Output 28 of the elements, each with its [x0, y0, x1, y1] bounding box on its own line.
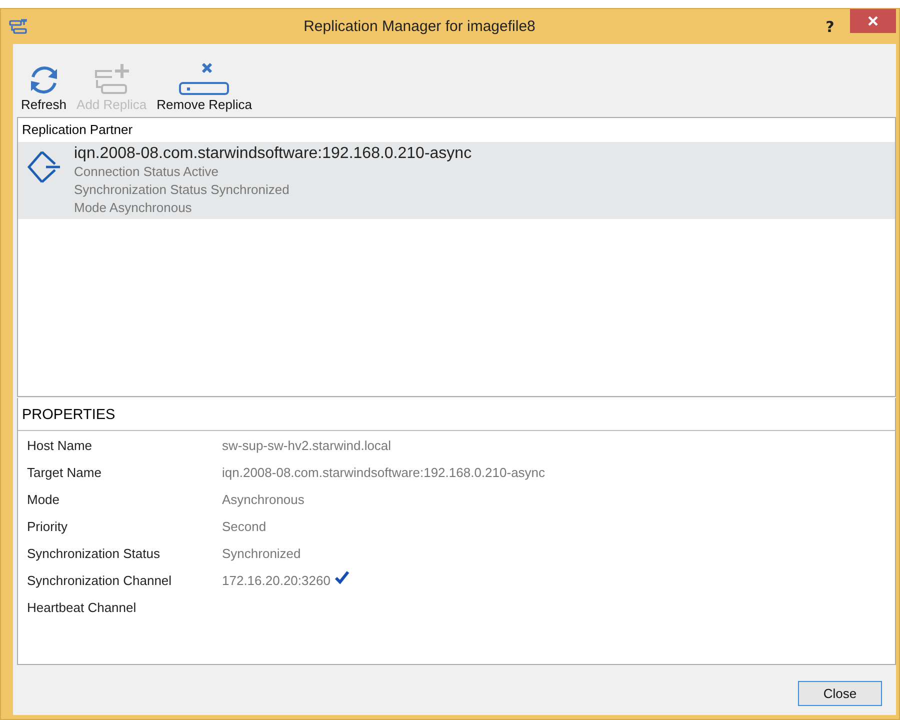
partner-detail: Mode Asynchronous — [74, 199, 193, 217]
property-value: 172.16.20.20:3260 — [222, 573, 330, 588]
property-label: Mode — [27, 492, 61, 507]
property-label: Target Name — [27, 465, 102, 480]
section-title: PROPERTIES — [18, 398, 895, 431]
column-header: Replication Partner — [21, 121, 134, 139]
property-label: Synchronization Channel — [27, 573, 173, 588]
property-value: Second — [222, 519, 266, 534]
property-label: Synchronization Status — [27, 546, 161, 561]
window-title: Replication Manager for imagefile8 — [302, 18, 536, 35]
partner-detail: Synchronization Status Synchronized — [74, 181, 290, 199]
toolbar-button[interactable]: Refresh — [17, 59, 71, 112]
close-button[interactable]: Close — [798, 680, 882, 706]
toolbar-button[interactable]: Remove Replica — [152, 59, 256, 112]
property-value: Synchronized — [222, 546, 301, 561]
close-button[interactable] — [850, 9, 896, 33]
partner-detail: Connection Status Active — [74, 163, 220, 181]
property-value: sw-sup-sw-hv2.starwind.local — [222, 438, 392, 453]
partner-item[interactable]: iqn.2008-08.com.starwindsoftware:192.168.0.210-async Connection Status Active Synchronization Status Synchronized Mode Asynchronous — [18, 142, 895, 219]
property-value: Asynchronous — [222, 492, 304, 507]
help-button[interactable]: ? — [810, 18, 850, 36]
property-label: Host Name — [27, 438, 94, 453]
app-icon — [9, 18, 29, 36]
property-label: Heartbeat Channel — [27, 600, 138, 615]
property-label: Priority — [27, 519, 68, 534]
partner-name: iqn.2008-08.com.starwindsoftware:192.168.0.210-async — [74, 145, 472, 163]
close-icon — [867, 15, 879, 27]
property-value: iqn.2008-08.com.starwindsoftware:192.168.0.210-async — [222, 465, 546, 480]
